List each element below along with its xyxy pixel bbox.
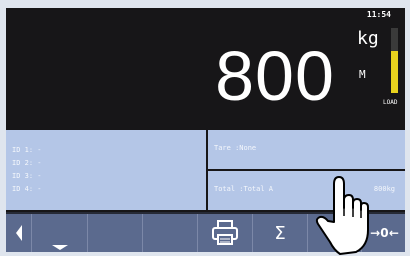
load-bar-fill — [391, 50, 398, 93]
id-line: ID 1: - — [12, 146, 42, 154]
total-panel[interactable]: Total :Total A 800kg — [208, 171, 405, 210]
tare-panel: Tare :None — [208, 130, 405, 169]
load-label: LOAD — [383, 99, 398, 106]
total-value: 800kg — [373, 185, 395, 193]
mode-indicator: M — [359, 68, 366, 81]
weight-display: 800 — [215, 37, 335, 115]
sum-button[interactable]: Σ — [253, 214, 308, 252]
left-arrow-icon — [15, 225, 22, 241]
empty-button[interactable] — [143, 214, 198, 252]
printer-icon — [212, 220, 238, 245]
id-line: ID 4: - — [12, 185, 42, 193]
total-text: Total :Total A — [214, 185, 274, 193]
id-panel: ID 1: - ID 2: - ID 3: - ID 4: - — [6, 130, 206, 210]
zero-icon: → 0 ← — [370, 226, 399, 240]
down-button[interactable] — [32, 214, 88, 252]
hand-pointer-icon — [315, 176, 369, 255]
print-button[interactable] — [198, 214, 253, 252]
clock: 11:54 — [366, 10, 391, 19]
down-arrow-icon — [51, 245, 68, 250]
empty-button[interactable] — [88, 214, 143, 252]
sigma-icon: Σ — [274, 222, 286, 244]
unit-label: kg — [357, 28, 379, 49]
tare-text: Tare :None — [214, 144, 257, 152]
scroll-left-button[interactable] — [6, 214, 32, 252]
id-line: ID 3: - — [12, 172, 42, 180]
load-bar — [391, 28, 398, 93]
id-line: ID 2: - — [12, 159, 42, 167]
